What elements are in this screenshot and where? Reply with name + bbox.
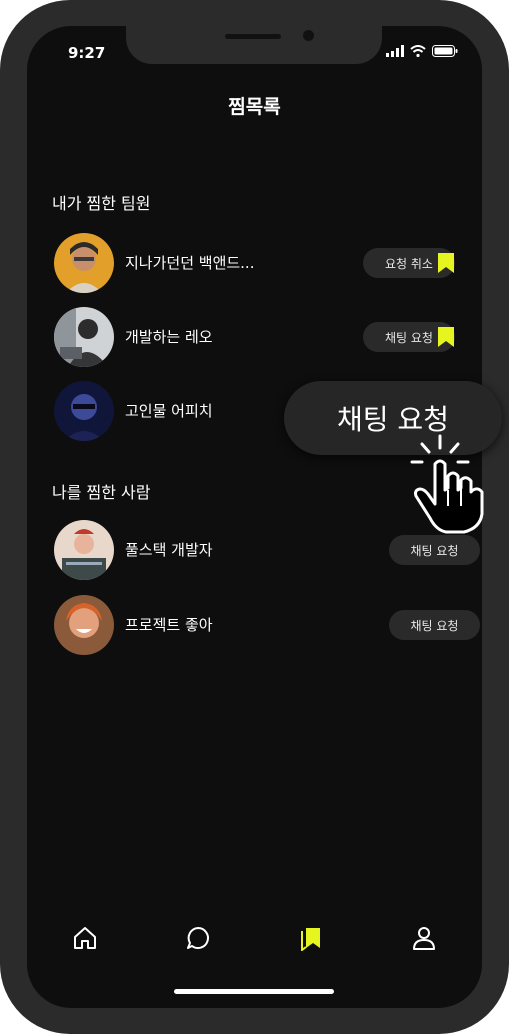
- nav-bookmarks[interactable]: [291, 918, 331, 958]
- nav-chat[interactable]: [178, 918, 218, 958]
- camera: [303, 30, 314, 41]
- wifi-icon: [410, 45, 426, 57]
- list-item[interactable]: 풀스택 개발자 채팅 요청: [54, 520, 480, 580]
- bookmark-icon: [301, 928, 320, 951]
- member-name: 풀스택 개발자: [125, 541, 213, 559]
- notch: [126, 26, 382, 64]
- list-item[interactable]: 지나가던던 백앤드... 요청 취소: [54, 233, 459, 293]
- home-icon: [74, 927, 96, 949]
- nav-profile[interactable]: [404, 918, 444, 958]
- avatar: [54, 595, 114, 655]
- battery-icon: [432, 45, 458, 57]
- chat-request-button[interactable]: 채팅 요청: [389, 535, 480, 565]
- status-time: 9:27: [68, 44, 106, 62]
- tap-hand-icon: [410, 434, 484, 534]
- section-heading-picked-me: 나를 찜한 사람: [52, 483, 151, 502]
- section-heading-my-picks: 내가 찜한 팀원: [52, 194, 151, 213]
- avatar: [54, 307, 114, 367]
- list-item[interactable]: 개발하는 레오 채팅 요청: [54, 307, 459, 367]
- speaker: [225, 34, 281, 39]
- home-indicator: [174, 989, 334, 994]
- avatar: [54, 520, 114, 580]
- member-name: 고인물 어피치: [125, 402, 213, 420]
- user-icon: [413, 927, 435, 950]
- bookmark-icon[interactable]: [437, 252, 455, 274]
- chat-request-button[interactable]: 채팅 요청: [389, 610, 480, 640]
- avatar: [54, 233, 114, 293]
- signal-icon: [386, 45, 404, 57]
- nav-home[interactable]: [65, 918, 105, 958]
- member-name: 지나가던던 백앤드...: [125, 254, 255, 272]
- status-icons: [386, 45, 458, 57]
- bottom-nav: [27, 918, 482, 958]
- chat-icon: [187, 927, 209, 949]
- member-name: 개발하는 레오: [125, 328, 213, 346]
- bookmark-icon[interactable]: [437, 326, 455, 348]
- avatar: [54, 381, 114, 441]
- page-title: 찜목록: [228, 96, 281, 118]
- member-name: 프로젝트 좋아: [125, 616, 213, 634]
- list-item[interactable]: 프로젝트 좋아 채팅 요청: [54, 595, 480, 655]
